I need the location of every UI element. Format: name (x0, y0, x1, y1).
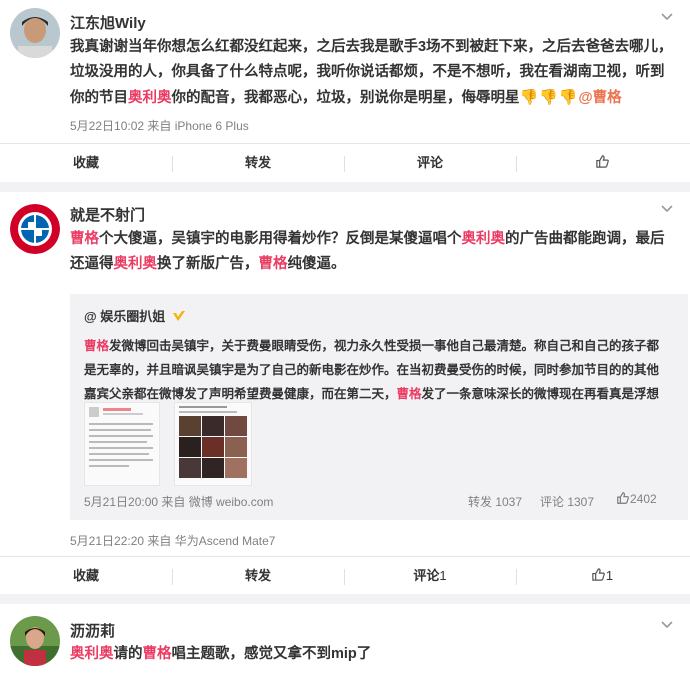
post-text: 奥利奥请的曹格唱主题歌，感觉又拿不到mip了 (70, 642, 678, 667)
comment-label: 评论 (413, 568, 440, 583)
comment-button[interactable]: 评论 (344, 144, 516, 182)
post-meta: 5月22日10:02 来自 iPhone 6 Plus (70, 119, 249, 133)
retweet-author-name[interactable]: @ 娱乐圈扒姐 (84, 309, 165, 324)
keyword-link[interactable]: 奥利奥 (114, 256, 158, 272)
comment-count: 1 (439, 568, 447, 583)
keyword-link[interactable]: 奥利奥 (128, 90, 172, 106)
action-bar: 收藏 转发 评论1 1 (0, 556, 690, 595)
keyword-link[interactable]: 曹格 (259, 256, 288, 272)
retweet-text: 曹格发微博回击吴镇宇，关于费曼眼睛受伤，视力永久性受损一事他自己最清楚。称自己和… (84, 334, 664, 430)
mention-link[interactable]: @曹格 (579, 90, 622, 106)
post-card: 江东旭Wily 我真谢谢当年你想怎么红都没红起来，之后去我是歌手3场不到被赶下来… (0, 0, 690, 182)
post-text-segment: 你的配音，我都恶心，垃圾，别说你是明星，侮辱明星 (171, 90, 520, 106)
author-name[interactable]: 就是不射门 (70, 204, 145, 225)
post-text: 曹格个大傻逼，吴镇宇的电影用得着炒作？反倒是某傻逼唱个奥利奥的广告曲都能跑调，最… (70, 227, 678, 277)
retweet-repost-count[interactable]: 转发 1037 (468, 493, 522, 510)
avatar[interactable] (10, 204, 60, 254)
keyword-link[interactable]: 曹格 (143, 646, 172, 662)
like-count: 2402 (630, 492, 657, 506)
author-name[interactable]: 沥沥莉 (70, 620, 115, 641)
keyword-link[interactable]: 曹格 (397, 387, 422, 401)
retweet-comment-count[interactable]: 评论 1307 (540, 493, 594, 510)
keyword-link[interactable]: 奥利奥 (70, 646, 114, 662)
like-button[interactable] (516, 144, 688, 182)
favorite-button[interactable]: 收藏 (0, 144, 172, 182)
action-bar: 收藏 转发 评论 (0, 143, 690, 182)
comment-button[interactable]: 评论1 (344, 557, 516, 595)
thumbs-up-icon (595, 155, 609, 168)
repost-button[interactable]: 转发 (172, 144, 344, 182)
thumbs-up-icon (592, 568, 605, 581)
post-text-segment: 个大傻逼，吴镇宇的电影用得着炒作？反倒是某傻逼唱个 (99, 231, 462, 247)
chevron-down-icon[interactable] (660, 202, 674, 216)
retweet-image[interactable] (84, 402, 160, 486)
keyword-link[interactable]: 曹格 (84, 339, 109, 353)
verified-badge-icon (172, 311, 185, 321)
post-text-segment: 纯傻逼。 (287, 256, 346, 272)
post-meta: 5月21日22:20 来自 华为Ascend Mate7 (70, 534, 276, 548)
retweet-author[interactable]: @ 娱乐圈扒姐 (84, 306, 186, 325)
post-text-segment: 请的 (113, 646, 143, 662)
thumbs-up-icon (617, 492, 629, 504)
retweet-meta: 5月21日20:00 来自 微博 weibo.com (84, 495, 274, 509)
favorite-button[interactable]: 收藏 (0, 557, 172, 595)
chevron-down-icon[interactable] (660, 618, 674, 632)
like-button[interactable]: 1 (516, 557, 688, 595)
keyword-link[interactable]: 曹格 (70, 231, 99, 247)
post-card: 沥沥莉 奥利奥请的曹格唱主题歌，感觉又拿不到mip了 (0, 604, 690, 679)
thumbs-down-emoji: 👎👎👎 (519, 89, 579, 106)
post-text-segment: 唱主题歌，感觉又拿不到mip了 (171, 646, 372, 662)
repost-button[interactable]: 转发 (172, 557, 344, 595)
post-text: 我真谢谢当年你想怎么红都没红起来，之后去我是歌手3场不到被赶下来，之后去爸爸去哪… (70, 35, 678, 111)
post-text-segment: 换了新版广告， (157, 256, 259, 272)
chevron-down-icon[interactable] (660, 10, 674, 24)
retweet-image[interactable] (174, 402, 252, 486)
retweet-box[interactable]: @ 娱乐圈扒姐 曹格发微博回击吴镇宇，关于费曼眼睛受伤，视力永久性受损一事他自己… (70, 294, 688, 520)
author-name[interactable]: 江东旭Wily (70, 12, 146, 33)
avatar[interactable] (10, 8, 60, 58)
avatar[interactable] (10, 616, 60, 666)
post-card: 就是不射门 曹格个大傻逼，吴镇宇的电影用得着炒作？反倒是某傻逼唱个奥利奥的广告曲… (0, 192, 690, 594)
like-count: 1 (605, 568, 614, 583)
keyword-link[interactable]: 奥利奥 (462, 231, 506, 247)
retweet-like-count[interactable]: 2402 (616, 491, 657, 506)
